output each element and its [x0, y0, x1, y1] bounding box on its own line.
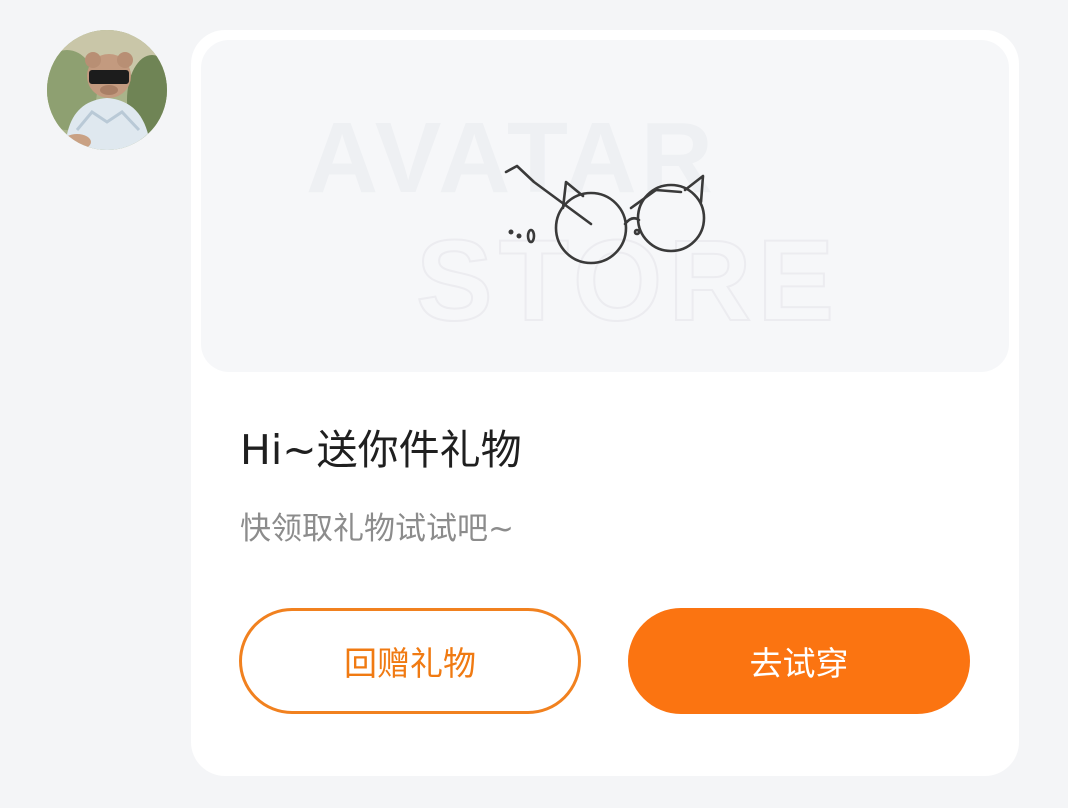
message-title: Hi~送你件礼物 — [240, 426, 522, 474]
watermark-avatar: AVATAR — [306, 102, 717, 214]
return-gift-button[interactable]: 回赠礼物 — [239, 608, 581, 714]
gift-card: AVATAR STORE Hi~送你件礼物 快领取礼物试试吧~ 回赠礼物 去试穿 — [191, 30, 1019, 776]
banner-art: AVATAR STORE — [306, 102, 840, 346]
watermark-store: STORE — [416, 217, 840, 345]
product-banner: AVATAR STORE — [201, 40, 1009, 372]
avatar[interactable] — [47, 30, 167, 150]
user-avatar-photo — [47, 30, 167, 150]
message-subtitle: 快领取礼物试试吧~ — [240, 511, 514, 547]
try-on-button[interactable]: 去试穿 — [628, 608, 970, 714]
